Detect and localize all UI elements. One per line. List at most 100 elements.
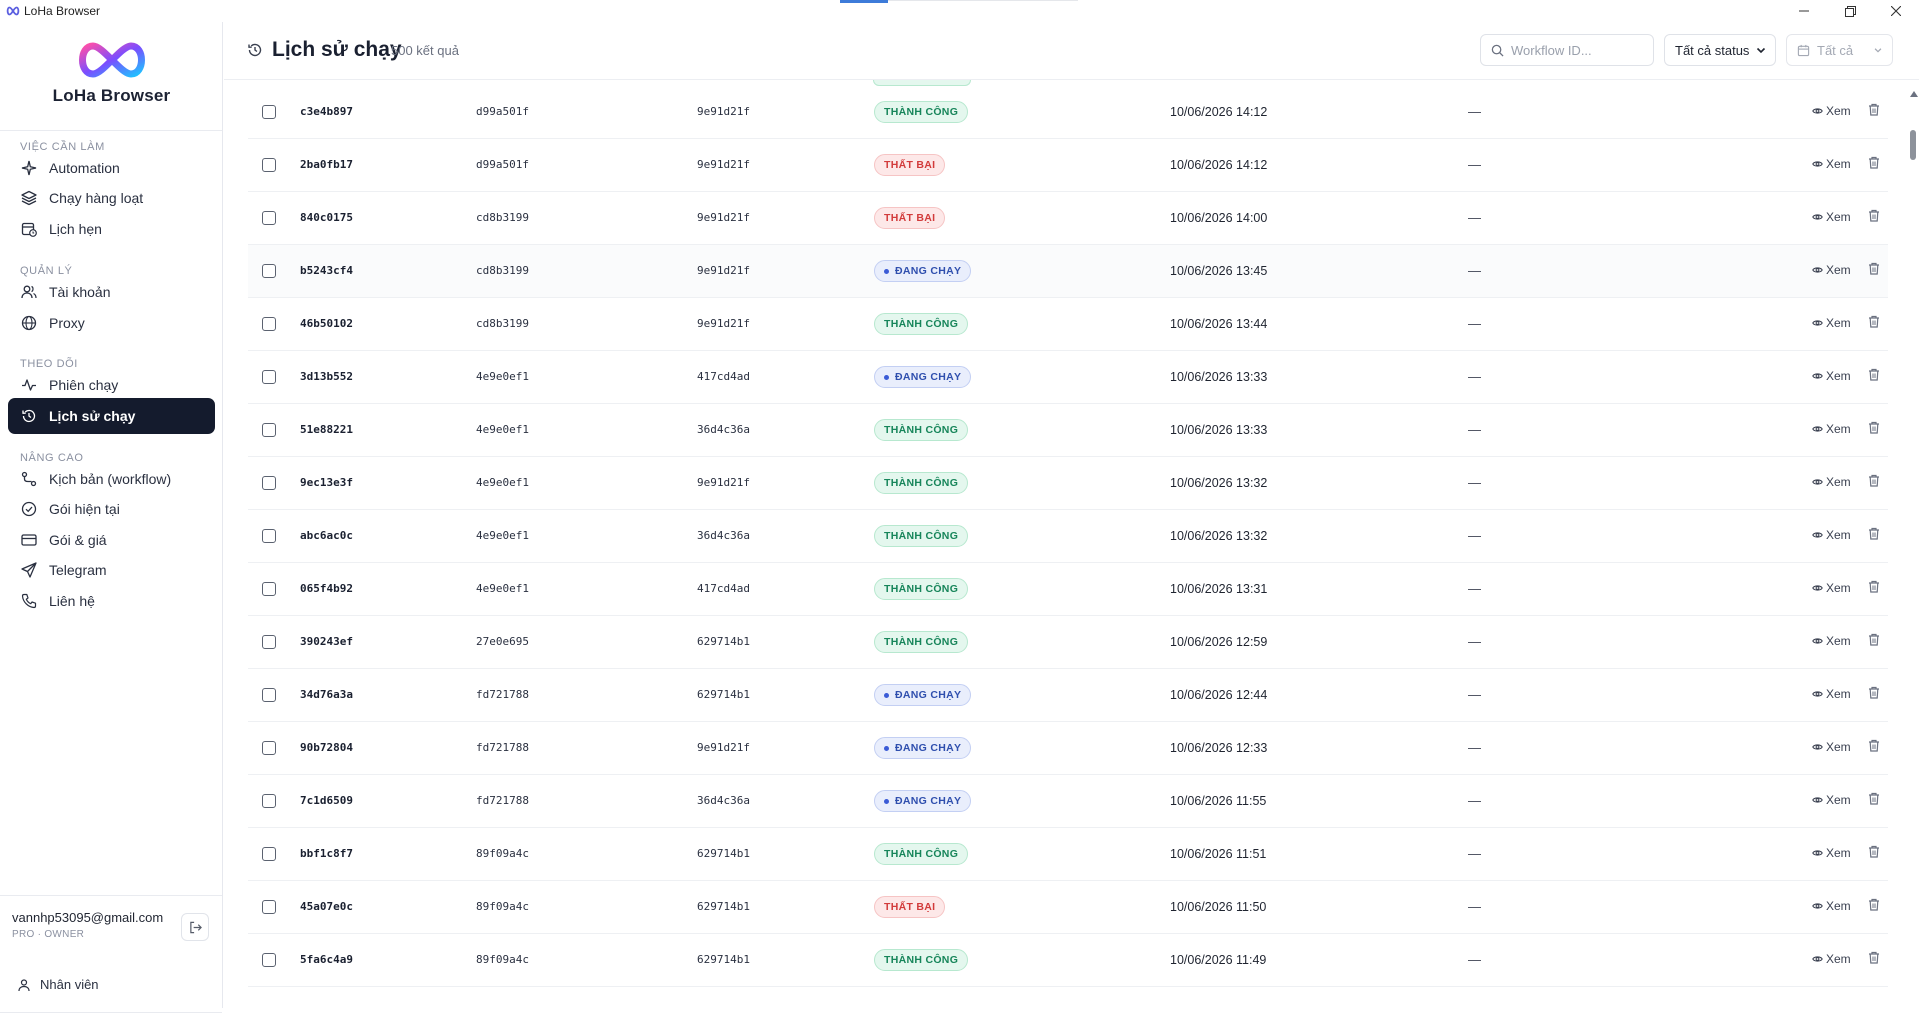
- table-row[interactable]: 840c0175 cd8b3199 9e91d21f THẤT BẠI 10/06/20…: [248, 192, 1888, 245]
- view-button[interactable]: Xem: [1812, 899, 1851, 913]
- row-checkbox[interactable]: [262, 317, 276, 331]
- scroll-up-arrow-icon[interactable]: [1910, 84, 1918, 102]
- view-button[interactable]: Xem: [1812, 846, 1851, 860]
- table-row[interactable]: c3e4b897 d99a501f 9e91d21f THÀNH CÔNG 10/06/…: [248, 86, 1888, 139]
- row-checkbox[interactable]: [262, 211, 276, 225]
- workflow-search[interactable]: [1480, 34, 1654, 66]
- close-window-button[interactable]: [1873, 0, 1919, 22]
- row-checkbox[interactable]: [262, 476, 276, 490]
- delete-button[interactable]: [1868, 792, 1880, 810]
- eye-icon: [1812, 425, 1823, 433]
- view-button[interactable]: Xem: [1812, 475, 1851, 489]
- row-checkbox[interactable]: [262, 582, 276, 596]
- trash-icon: [1868, 262, 1880, 280]
- view-button[interactable]: Xem: [1812, 369, 1851, 383]
- table-row[interactable]: 3d13b552 4e9e0ef1 417cd4ad ĐANG CHẠY 10/06/2…: [248, 351, 1888, 404]
- table-row[interactable]: 2ba0fb17 d99a501f 9e91d21f THẤT BẠI 10/06/20…: [248, 139, 1888, 192]
- workflow-id: fd721788: [476, 794, 529, 807]
- delete-button[interactable]: [1868, 209, 1880, 227]
- table-row[interactable]: 065f4b92 4e9e0ef1 417cd4ad THÀNH CÔNG 10/06/…: [248, 563, 1888, 616]
- workflow-id-input[interactable]: [1511, 42, 1641, 58]
- delete-button[interactable]: [1868, 368, 1880, 386]
- delete-button[interactable]: [1868, 686, 1880, 704]
- row-checkbox[interactable]: [262, 900, 276, 914]
- table-row[interactable]: bbf1c8f7 89f09a4c 629714b1 THÀNH CÔNG 10/06/…: [248, 828, 1888, 881]
- status-badge: THÀNH CÔNG: [874, 843, 969, 865]
- row-checkbox[interactable]: [262, 794, 276, 808]
- delete-button[interactable]: [1868, 103, 1880, 121]
- logout-button[interactable]: [181, 913, 209, 941]
- row-checkbox[interactable]: [262, 105, 276, 119]
- status-filter-select[interactable]: Tất cả status: [1664, 34, 1776, 66]
- view-button[interactable]: Xem: [1812, 528, 1851, 542]
- date-filter-select[interactable]: Tất cả: [1786, 34, 1893, 66]
- run-time: 10/06/2026 12:33: [1170, 741, 1268, 755]
- view-button[interactable]: Xem: [1812, 210, 1851, 224]
- delete-button[interactable]: [1868, 474, 1880, 492]
- view-button[interactable]: Xem: [1812, 157, 1851, 171]
- view-button[interactable]: Xem: [1812, 634, 1851, 648]
- workflow-id: cd8b3199: [476, 317, 529, 330]
- sidebar-item-label: Kịch bản (workflow): [49, 471, 172, 487]
- table-row[interactable]: abc6ac0c 4e9e0ef1 36d4c36a THÀNH CÔNG 10/06/…: [248, 510, 1888, 563]
- restore-button[interactable]: [1827, 0, 1873, 22]
- view-button[interactable]: Xem: [1812, 104, 1851, 118]
- view-button[interactable]: Xem: [1812, 740, 1851, 754]
- sidebar-item-contact[interactable]: Liên hệ: [8, 583, 215, 619]
- delete-button[interactable]: [1868, 951, 1880, 969]
- table-row[interactable]: 9ec13e3f 4e9e0ef1 9e91d21f THÀNH CÔNG 10/06/…: [248, 457, 1888, 510]
- view-button[interactable]: Xem: [1812, 263, 1851, 277]
- view-button[interactable]: Xem: [1812, 422, 1851, 436]
- row-checkbox[interactable]: [262, 370, 276, 384]
- table-row[interactable]: 34d76a3a fd721788 629714b1 ĐANG CHẠY 10/06/2…: [248, 669, 1888, 722]
- delete-button[interactable]: [1868, 580, 1880, 598]
- phone-icon: [20, 592, 38, 610]
- delete-button[interactable]: [1868, 262, 1880, 280]
- delete-button[interactable]: [1868, 633, 1880, 651]
- view-button[interactable]: Xem: [1812, 793, 1851, 807]
- delete-button[interactable]: [1868, 421, 1880, 439]
- row-checkbox[interactable]: [262, 423, 276, 437]
- row-checkbox[interactable]: [262, 264, 276, 278]
- row-checkbox[interactable]: [262, 953, 276, 967]
- table-row[interactable]: 7c1d6509 fd721788 36d4c36a ĐANG CHẠY 10/06/2…: [248, 775, 1888, 828]
- row-checkbox[interactable]: [262, 635, 276, 649]
- delete-button[interactable]: [1868, 527, 1880, 545]
- eye-icon: [1812, 266, 1823, 274]
- row-checkbox[interactable]: [262, 847, 276, 861]
- view-button[interactable]: Xem: [1812, 952, 1851, 966]
- row-checkbox[interactable]: [262, 688, 276, 702]
- workflow-id: cd8b3199: [476, 264, 529, 277]
- sidebar-item-schedule[interactable]: Lịch hẹn: [8, 211, 215, 247]
- delete-button[interactable]: [1868, 156, 1880, 174]
- view-button[interactable]: Xem: [1812, 687, 1851, 701]
- minimize-button[interactable]: [1781, 0, 1827, 22]
- table-row[interactable]: 45a07e0c 89f09a4c 629714b1 THẤT BẠI 10/06/20…: [248, 881, 1888, 934]
- scrollbar-thumb[interactable]: [1910, 130, 1916, 160]
- eye-icon: [1812, 319, 1823, 327]
- row-checkbox[interactable]: [262, 158, 276, 172]
- run-duration: —: [1468, 740, 1481, 755]
- table-row[interactable]: 90b72804 fd721788 9e91d21f ĐANG CHẠY 10/06/2…: [248, 722, 1888, 775]
- view-button[interactable]: Xem: [1812, 581, 1851, 595]
- delete-button[interactable]: [1868, 898, 1880, 916]
- table-row[interactable]: 390243ef 27e0e695 629714b1 THÀNH CÔNG 10/06/…: [248, 616, 1888, 669]
- status-text: THÀNH CÔNG: [884, 424, 959, 436]
- delete-button[interactable]: [1868, 845, 1880, 863]
- account-id: 9e91d21f: [697, 105, 750, 118]
- delete-button[interactable]: [1868, 315, 1880, 333]
- sidebar-item-proxy[interactable]: Proxy: [8, 305, 215, 341]
- table-row[interactable]: 51e88221 4e9e0ef1 36d4c36a THÀNH CÔNG 10/06/…: [248, 404, 1888, 457]
- table-row[interactable]: 46b50102 cd8b3199 9e91d21f THÀNH CÔNG 10/06/…: [248, 298, 1888, 351]
- row-checkbox[interactable]: [262, 529, 276, 543]
- run-duration: —: [1468, 475, 1481, 490]
- sidebar-item-run-history[interactable]: Lịch sử chạy: [8, 398, 215, 434]
- sparkle-icon: [20, 159, 38, 177]
- table-row[interactable]: 5fa6c4a9 89f09a4c 629714b1 THÀNH CÔNG 10/06/…: [248, 934, 1888, 987]
- sidebar-item-staff[interactable]: Nhân viên: [18, 977, 99, 992]
- table-row[interactable]: b5243cf4 cd8b3199 9e91d21f ĐANG CHẠY 10/06/2…: [248, 245, 1888, 298]
- run-id: 5fa6c4a9: [300, 953, 353, 966]
- delete-button[interactable]: [1868, 739, 1880, 757]
- view-button[interactable]: Xem: [1812, 316, 1851, 330]
- row-checkbox[interactable]: [262, 741, 276, 755]
